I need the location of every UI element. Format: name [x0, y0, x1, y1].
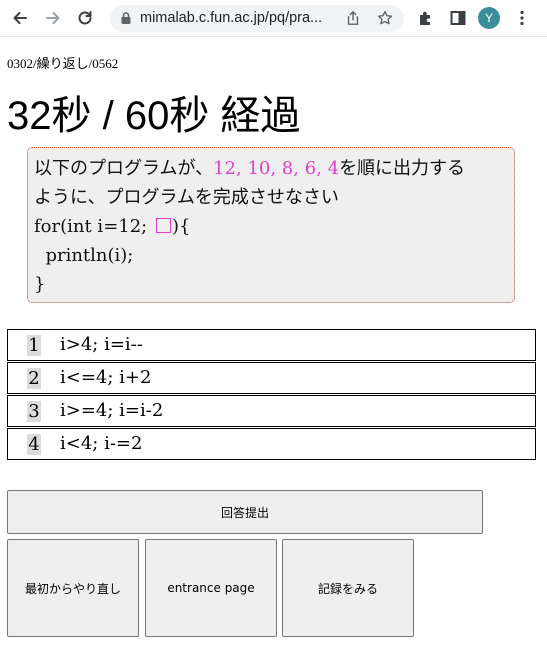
- code-text: for(int i=12;: [34, 216, 153, 237]
- forward-icon[interactable]: [40, 5, 66, 31]
- question-box: 以下のプログラムが、12, 10, 8, 6, 4を順に出力する ように、プログ…: [27, 147, 515, 303]
- breadcrumb: 0302/繰り返し/0562: [7, 56, 119, 71]
- question-text: 以下のプログラムが、: [34, 158, 214, 179]
- share-icon[interactable]: [344, 9, 362, 27]
- choice-number: 2: [27, 368, 41, 389]
- side-panel-icon[interactable]: [445, 5, 471, 31]
- choice-text: i<4; i-=2: [60, 433, 143, 454]
- bookmark-star-icon[interactable]: [376, 9, 394, 27]
- entrance-page-button[interactable]: entrance page: [145, 539, 277, 637]
- code-text: ){: [171, 216, 191, 237]
- choice-number: 3: [27, 401, 41, 422]
- code-line-println: println(i);: [34, 245, 134, 266]
- choice-text: i>=4; i=i-2: [60, 400, 164, 421]
- browser-toolbar: mimalab.c.fun.ac.jp/pq/pra... Y: [0, 0, 547, 37]
- choice-text: i<=4; i+2: [60, 367, 152, 388]
- view-records-button[interactable]: 記録をみる: [282, 539, 414, 637]
- choice-number: 4: [27, 434, 41, 455]
- profile-avatar[interactable]: Y: [478, 7, 500, 29]
- choice-option-3[interactable]: 3 i>=4; i=i-2: [7, 395, 536, 427]
- question-line-2: ように、プログラムを完成させなさい: [34, 187, 339, 208]
- url-text: mimalab.c.fun.ac.jp/pq/pra...: [140, 10, 323, 26]
- blank-placeholder: [155, 218, 171, 233]
- reload-icon[interactable]: [72, 5, 98, 31]
- output-sequence: 12, 10, 8, 6, 4: [213, 158, 340, 179]
- choice-number: 1: [27, 335, 41, 356]
- choice-text: i>4; i=i--: [60, 334, 143, 355]
- address-bar[interactable]: mimalab.c.fun.ac.jp/pq/pra...: [110, 5, 404, 32]
- elapsed-timer: 32秒 / 60秒 経過: [7, 94, 301, 138]
- back-icon[interactable]: [7, 5, 33, 31]
- menu-kebab-icon[interactable]: [509, 5, 535, 31]
- choice-option-2[interactable]: 2 i<=4; i+2: [7, 362, 536, 394]
- submit-answer-button[interactable]: 回答提出: [7, 490, 483, 534]
- choice-option-1[interactable]: 1 i>4; i=i--: [7, 329, 536, 361]
- question-line-1: 以下のプログラムが、12, 10, 8, 6, 4を順に出力する: [34, 154, 508, 183]
- code-line-for: for(int i=12; ){: [34, 212, 508, 241]
- lock-icon: [121, 12, 131, 24]
- code-line-close: }: [34, 274, 46, 295]
- restart-button[interactable]: 最初からやり直し: [7, 539, 139, 637]
- extensions-puzzle-icon[interactable]: [413, 5, 439, 31]
- question-text: を順に出力する: [339, 158, 466, 179]
- choice-option-4[interactable]: 4 i<4; i-=2: [7, 428, 536, 460]
